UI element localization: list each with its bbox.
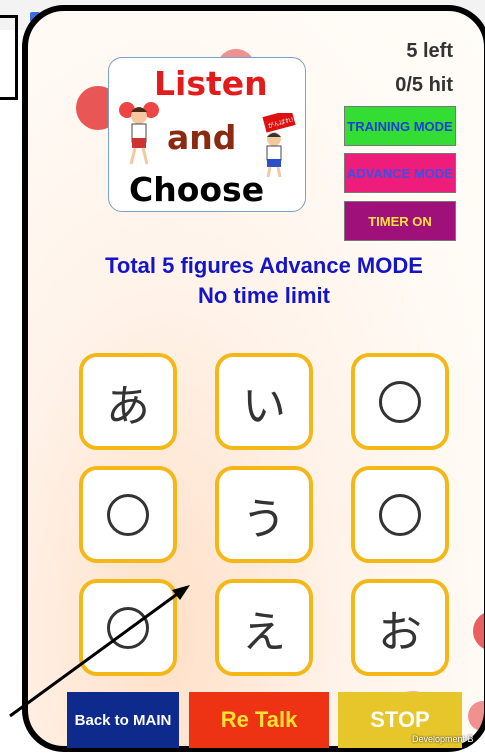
annotation-arrow — [9, 585, 190, 718]
